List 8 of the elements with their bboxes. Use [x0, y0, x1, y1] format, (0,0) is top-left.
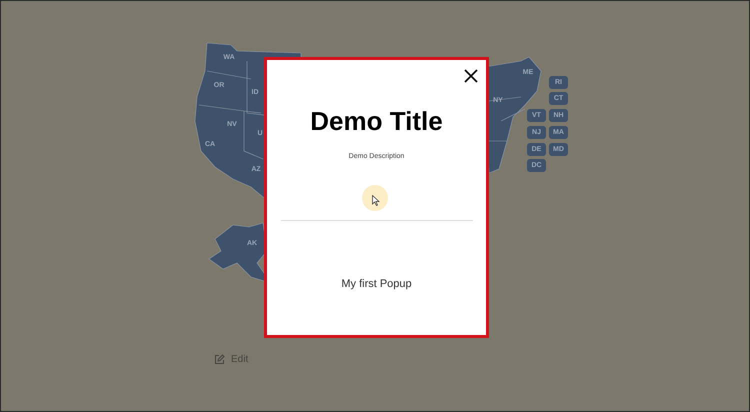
border-line [488, 96, 526, 142]
edit-icon [214, 354, 225, 365]
close-icon [464, 69, 478, 83]
popup-title: Demo Title [310, 108, 443, 134]
popup-heading: My first Popup [341, 276, 412, 292]
close-button[interactable] [464, 69, 478, 83]
cursor-highlight [362, 184, 388, 210]
pointer-icon [372, 194, 380, 206]
